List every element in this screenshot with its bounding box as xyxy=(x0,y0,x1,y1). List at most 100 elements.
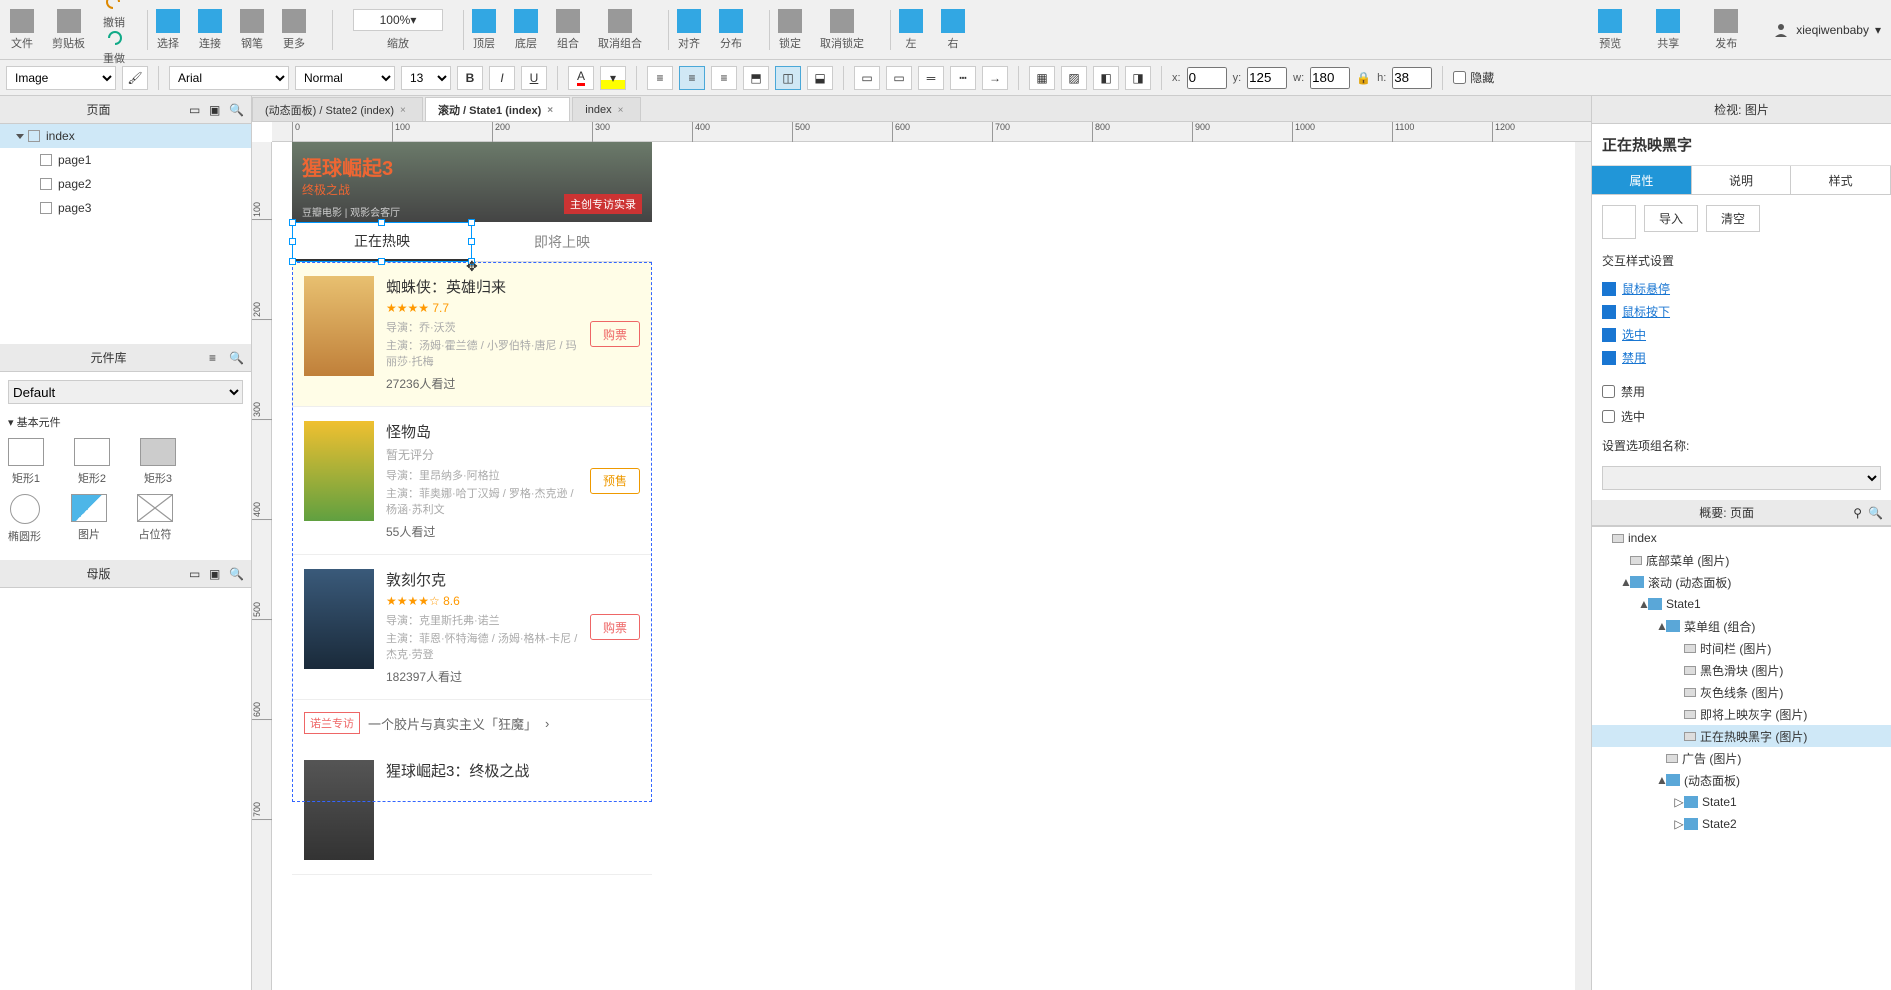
align-center-button[interactable]: ≡ xyxy=(679,66,705,90)
movie-item-3[interactable]: 敦刻尔克 ★★★★☆ 8.6 导演：克里斯托弗·诺兰 主演：菲恩·怀特海德 / … xyxy=(292,555,652,700)
redo-button[interactable]: 重做 xyxy=(103,30,125,66)
page-page2[interactable]: page2 xyxy=(0,172,251,196)
clipboard-group[interactable]: 剪贴板 xyxy=(52,9,85,51)
front-button[interactable]: 顶层 xyxy=(472,9,496,51)
outline-item[interactable]: 灰色线条 (图片) xyxy=(1592,681,1891,703)
outline-item[interactable]: 正在热映黑字 (图片) xyxy=(1592,725,1891,747)
widget-rect2[interactable]: 矩形2 xyxy=(74,438,110,486)
outline-item[interactable]: ▲State1 xyxy=(1592,593,1891,615)
h-input[interactable] xyxy=(1392,67,1432,89)
unlock-button[interactable]: 取消锁定 xyxy=(820,9,864,51)
undo-button[interactable]: 撤销 xyxy=(103,0,125,30)
page-index[interactable]: index xyxy=(0,124,251,148)
collapse-icon[interactable]: ▲ xyxy=(1656,619,1666,633)
file-group[interactable]: 文件 xyxy=(10,9,34,51)
publish-button[interactable]: 发布 xyxy=(1714,9,1738,51)
widgets-search-icon[interactable]: 🔍 xyxy=(229,351,243,365)
align-right-button[interactable]: ≡ xyxy=(711,66,737,90)
design-canvas[interactable]: 猩球崛起3 终极之战 豆瓣电影 | 观影会客厅 主创专访实录 正在热映 即将上映 xyxy=(272,142,1591,990)
ungroup-button[interactable]: 取消组合 xyxy=(598,9,642,51)
widget-type-select[interactable]: Image xyxy=(6,66,116,90)
masters-folder-icon[interactable]: ▣ xyxy=(209,567,223,581)
bold-button[interactable]: B xyxy=(457,66,483,90)
zoom-select[interactable]: 100% ▾ xyxy=(353,9,443,31)
outline-search-icon[interactable]: 🔍 xyxy=(1868,506,1883,520)
valign-bottom-button[interactable]: ⬓ xyxy=(807,66,833,90)
masters-search-icon[interactable]: 🔍 xyxy=(229,567,243,581)
outline-item[interactable]: 时间栏 (图片) xyxy=(1592,637,1891,659)
close-icon[interactable]: × xyxy=(618,105,628,115)
user-menu[interactable]: xieqiwenbaby ▾ xyxy=(1772,21,1881,39)
font-weight-select[interactable]: Normal xyxy=(295,66,395,90)
outline-item[interactable]: ▲滚动 (动态面板) xyxy=(1592,571,1891,593)
border-vis-button[interactable]: ▦ xyxy=(1029,66,1055,90)
fill-color-button[interactable]: ▾ xyxy=(600,66,626,90)
valign-top-button[interactable]: ⬒ xyxy=(743,66,769,90)
select-tool[interactable]: 选择 xyxy=(156,9,180,51)
tab-style[interactable]: 样式 xyxy=(1791,166,1891,194)
line-color-button[interactable]: ▭ xyxy=(886,66,912,90)
collapse-icon[interactable]: ▲ xyxy=(1620,575,1630,589)
group-button[interactable]: 组合 xyxy=(556,9,580,51)
scrollbar-vertical[interactable] xyxy=(1575,142,1591,990)
movie-item-4[interactable]: 猩球崛起3：终极之战 xyxy=(292,746,652,875)
close-icon[interactable]: × xyxy=(400,105,410,115)
masters-add-icon[interactable]: ▭ xyxy=(189,567,203,581)
widgets-menu-icon[interactable]: ≡ xyxy=(209,351,223,365)
valign-middle-button[interactable]: ◫ xyxy=(775,66,801,90)
lock-button[interactable]: 锁定 xyxy=(778,9,802,51)
collapse-icon[interactable]: ▷ xyxy=(1674,795,1684,809)
outline-item[interactable]: ▲(动态面板) xyxy=(1592,769,1891,791)
clear-button[interactable]: 清空 xyxy=(1706,205,1760,232)
widget-rect1[interactable]: 矩形1 xyxy=(8,438,44,486)
text-color-button[interactable]: A xyxy=(568,66,594,90)
x-input[interactable] xyxy=(1187,67,1227,89)
widget-placeholder[interactable]: 占位符 xyxy=(137,494,173,544)
ix-mousedown-link[interactable]: 鼠标按下 xyxy=(1602,300,1881,323)
outline-filter-icon[interactable]: ⚲ xyxy=(1853,506,1862,520)
preview-button[interactable]: 预览 xyxy=(1598,9,1622,51)
widget-library-select[interactable]: Default xyxy=(8,380,243,404)
tab-coming-soon[interactable]: 即将上映 xyxy=(472,222,652,261)
distribute-button[interactable]: 分布 xyxy=(719,9,743,51)
page-page3[interactable]: page3 xyxy=(0,196,251,220)
outline-item[interactable]: 广告 (图片) xyxy=(1592,747,1891,769)
collapse-icon[interactable]: ▲ xyxy=(1638,597,1648,611)
arrow-button[interactable]: → xyxy=(982,66,1008,90)
presale-button[interactable]: 预售 xyxy=(590,468,640,494)
pages-add-icon[interactable]: ▭ xyxy=(189,103,203,117)
movie-item-2[interactable]: 怪物岛 暂无评分 导演：里昂纳多·阿格拉 主演：菲奥娜·哈丁汉姆 / 罗格·杰克… xyxy=(292,407,652,555)
align-button[interactable]: 对齐 xyxy=(677,9,701,51)
close-icon[interactable]: × xyxy=(547,105,557,115)
connect-tool[interactable]: 连接 xyxy=(198,9,222,51)
outline-item[interactable]: 底部菜单 (图片) xyxy=(1592,549,1891,571)
selected-checkbox[interactable]: 选中 xyxy=(1602,404,1881,429)
italic-button[interactable]: I xyxy=(489,66,515,90)
dock-right-button[interactable]: 右 xyxy=(941,9,965,51)
line-style-button[interactable]: ┅ xyxy=(950,66,976,90)
tab-index[interactable]: index× xyxy=(572,97,640,121)
w-input[interactable] xyxy=(1310,67,1350,89)
inner-shadow-button[interactable]: ◨ xyxy=(1125,66,1151,90)
outline-item[interactable]: 黑色滑块 (图片) xyxy=(1592,659,1891,681)
interview-link[interactable]: 诺兰专访 一个胶片与真实主义「狂魔」 › xyxy=(292,700,652,746)
outer-shadow-button[interactable]: ◧ xyxy=(1093,66,1119,90)
dock-left-button[interactable]: 左 xyxy=(899,9,923,51)
lock-aspect-icon[interactable]: 🔒 xyxy=(1356,71,1371,85)
bg-fill-button[interactable]: ▭ xyxy=(854,66,880,90)
ix-hover-link[interactable]: 鼠标悬停 xyxy=(1602,277,1881,300)
group-name-select[interactable] xyxy=(1602,466,1881,490)
widget-rect3[interactable]: 矩形3 xyxy=(140,438,176,486)
line-width-button[interactable]: ═ xyxy=(918,66,944,90)
align-left-button[interactable]: ≡ xyxy=(647,66,673,90)
widget-image[interactable]: 图片 xyxy=(71,494,107,544)
font-select[interactable]: Arial xyxy=(169,66,289,90)
buy-ticket-button[interactable]: 购票 xyxy=(590,614,640,640)
outline-item[interactable]: 即将上映灰字 (图片) xyxy=(1592,703,1891,725)
y-input[interactable] xyxy=(1247,67,1287,89)
basic-widgets-category[interactable]: ▾ 基本元件 xyxy=(8,414,243,430)
underline-button[interactable]: U xyxy=(521,66,547,90)
collapse-icon[interactable]: ▲ xyxy=(1656,773,1666,787)
page-page1[interactable]: page1 xyxy=(0,148,251,172)
outline-item[interactable]: ▷State2 xyxy=(1592,813,1891,835)
